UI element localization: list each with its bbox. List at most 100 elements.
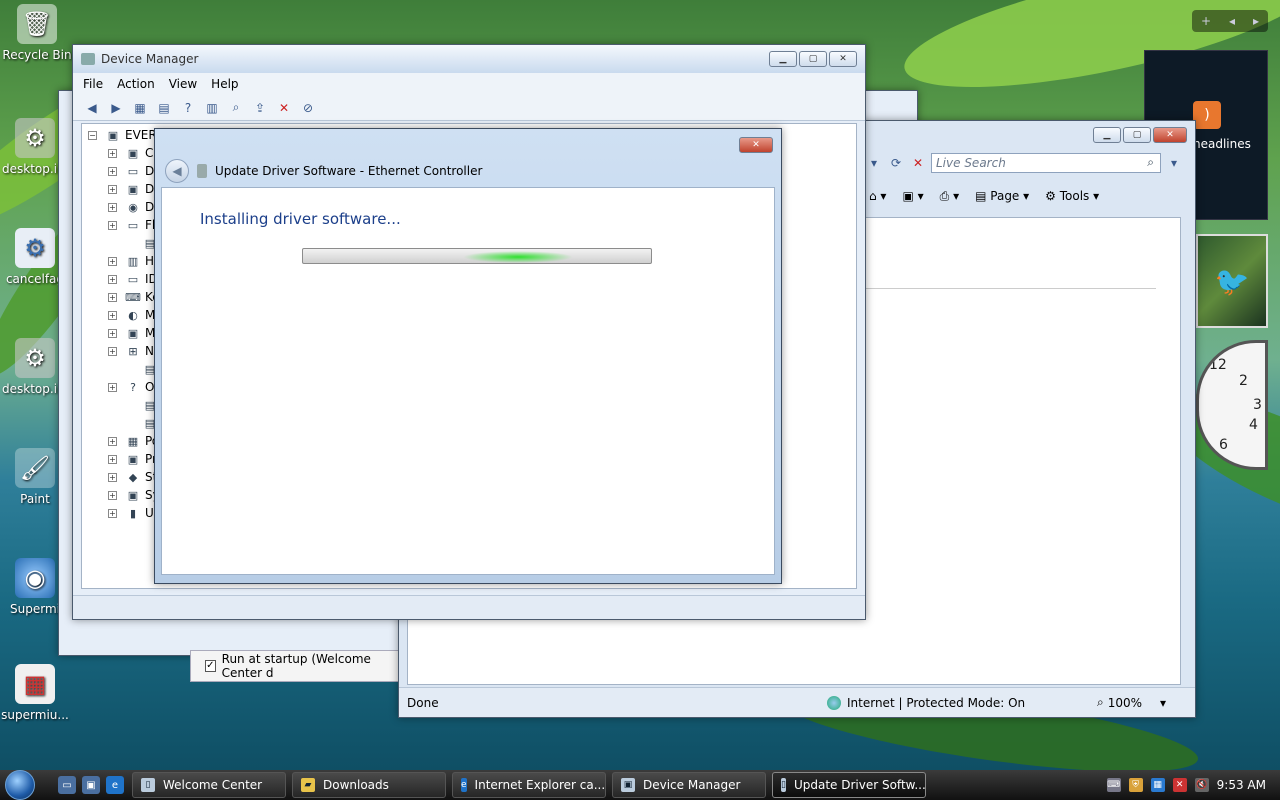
clock[interactable]: 9:53 AM [1217,778,1266,792]
expand-icon[interactable]: + [108,256,117,266]
tree-item[interactable]: + ▣ Di [108,180,158,198]
expand-icon[interactable]: + [108,328,117,338]
internet-explorer-icon[interactable]: e [106,776,124,794]
tree-item[interactable]: + ◆ St [108,468,157,486]
prev-icon[interactable]: ◂ [1229,14,1235,28]
expand-icon[interactable]: + [108,310,117,320]
ie-window-controls: ▁ ▢ ✕ [1093,127,1187,143]
clock-number: 6 [1219,437,1228,453]
scan-hardware-icon[interactable]: ⌕ [227,99,245,117]
menu-help[interactable]: Help [211,77,238,91]
device-manager-titlebar[interactable]: Device Manager [73,45,865,73]
menu-file[interactable]: File [83,77,103,91]
maximize-button[interactable]: ▢ [1123,127,1151,143]
zoom-control[interactable]: ⌕ 100% ▾ [1097,695,1166,710]
device-category-icon: ▣ [127,326,139,340]
desktop-icon-supermiu[interactable]: ▦ supermiu... [0,664,70,722]
keyboard-icon[interactable]: ⌨ [1106,778,1121,792]
update-driver-icon[interactable]: ⇪ [251,99,269,117]
add-gadget-button[interactable]: + [1201,14,1211,28]
expand-icon[interactable]: + [108,490,117,500]
expand-icon[interactable]: + [108,184,117,194]
uninstall-icon[interactable]: ✕ [275,99,293,117]
slideshow-gadget[interactable]: 🐦 [1196,234,1268,328]
tree-item[interactable]: + ▣ Pr [108,450,157,468]
back-button[interactable]: ◀ [165,159,189,183]
close-button[interactable]: ✕ [1153,127,1187,143]
volume-muted-icon[interactable]: 🔇 [1194,778,1209,792]
minimize-button[interactable]: ▁ [1093,127,1121,143]
switch-windows-icon[interactable]: ▣ [82,776,100,794]
task-welcome-center[interactable]: ▯ Welcome Center [132,772,286,798]
task-internet-explorer[interactable]: e Internet Explorer ca... [452,772,606,798]
expand-icon[interactable]: + [108,220,117,230]
dropdown-arrow-icon[interactable]: ▾ [865,154,883,172]
view-icon[interactable]: ▥ [203,99,221,117]
close-button[interactable]: ✕ [829,51,857,67]
expand-icon[interactable]: + [108,202,117,212]
forward-arrow-icon[interactable]: ▶ [107,99,125,117]
network-icon[interactable]: ▦ [1150,778,1165,792]
home-icon[interactable]: ⌂ ▾ [869,189,886,203]
stop-icon[interactable]: ✕ [909,154,927,172]
tree-item[interactable]: +? Ot [108,378,159,396]
tree-item[interactable]: + ▦ Po [108,432,159,450]
expand-icon[interactable]: + [108,148,117,158]
maximize-button[interactable]: ▢ [799,51,827,67]
tree-item[interactable]: + ▮ Ur [108,504,159,522]
menu-action[interactable]: Action [117,77,155,91]
zoom-dropdown-icon[interactable]: ▾ [1160,696,1166,710]
minimize-button[interactable]: ▁ [769,51,797,67]
tree-root[interactable]: − ▣ EVERY [88,126,163,144]
collapse-icon[interactable]: − [88,130,97,140]
expand-icon[interactable]: + [108,166,117,176]
expand-icon[interactable]: + [108,382,117,392]
tree-item[interactable]: + ◐ M [108,306,155,324]
start-button[interactable] [0,770,40,800]
security-zone[interactable]: Internet | Protected Mode: On [827,695,1097,710]
task-update-driver[interactable]: ▯ Update Driver Softw... [772,772,926,798]
properties-icon[interactable]: ▤ [155,99,173,117]
tree-item[interactable]: + ▭ ID [108,270,158,288]
tree-item[interactable]: + ▭ Di [108,162,158,180]
expand-icon[interactable]: + [108,508,117,518]
desktop-icon-recycle-bin[interactable]: 🗑 Recycle Bin [2,4,72,62]
expand-icon[interactable]: + [108,346,117,356]
tree-item[interactable]: + ▭ Fl [108,216,155,234]
expand-icon[interactable]: + [108,472,117,482]
expand-icon[interactable]: + [108,292,117,302]
expand-icon[interactable]: + [108,274,117,284]
tools-menu[interactable]: ⚙ Tools ▾ [1045,189,1099,203]
help-icon[interactable]: ? [179,99,197,117]
search-input[interactable]: Live Search ⌕ [931,153,1161,173]
disable-icon[interactable]: ⊘ [299,99,317,117]
tree-item[interactable]: + ▣ Co [108,144,161,162]
page-menu[interactable]: ▤ Page ▾ [975,189,1029,203]
close-button[interactable]: ✕ [739,137,773,153]
show-desktop-icon[interactable]: ▭ [58,776,76,794]
tree-item[interactable]: + ⌨ Ke [108,288,160,306]
search-options-icon[interactable]: ▾ [1165,154,1183,172]
expand-icon[interactable]: + [108,436,117,446]
ie-status-bar: Done Internet | Protected Mode: On ⌕ 100… [399,687,1195,717]
search-icon[interactable]: ⌕ [1147,155,1154,170]
device-category-icon: ⌨ [125,290,141,304]
back-arrow-icon[interactable]: ◀ [83,99,101,117]
task-device-manager[interactable]: ▣ Device Manager [612,772,766,798]
security-shield-icon[interactable]: ⛨ [1128,778,1143,792]
tree-item-label: H [145,254,155,268]
tree-item[interactable]: + ▣ M [108,324,155,342]
menu-view[interactable]: View [169,77,197,91]
feeds-icon[interactable]: ▣ ▾ [902,189,923,203]
tree-item[interactable]: + ▣ Sy [108,486,160,504]
tree-item[interactable]: + ▥ H [108,252,154,270]
next-icon[interactable]: ▸ [1253,14,1259,28]
globe-icon [827,695,841,710]
run-at-startup-checkbox[interactable]: ✓ [205,660,216,672]
console-tree-icon[interactable]: ▦ [131,99,149,117]
expand-icon[interactable]: + [108,454,117,464]
refresh-icon[interactable]: ⟳ [887,154,905,172]
print-icon[interactable]: ⎙ ▾ [940,189,959,204]
network-error-icon[interactable]: ✕ [1172,778,1187,792]
task-downloads[interactable]: ▰ Downloads [292,772,446,798]
